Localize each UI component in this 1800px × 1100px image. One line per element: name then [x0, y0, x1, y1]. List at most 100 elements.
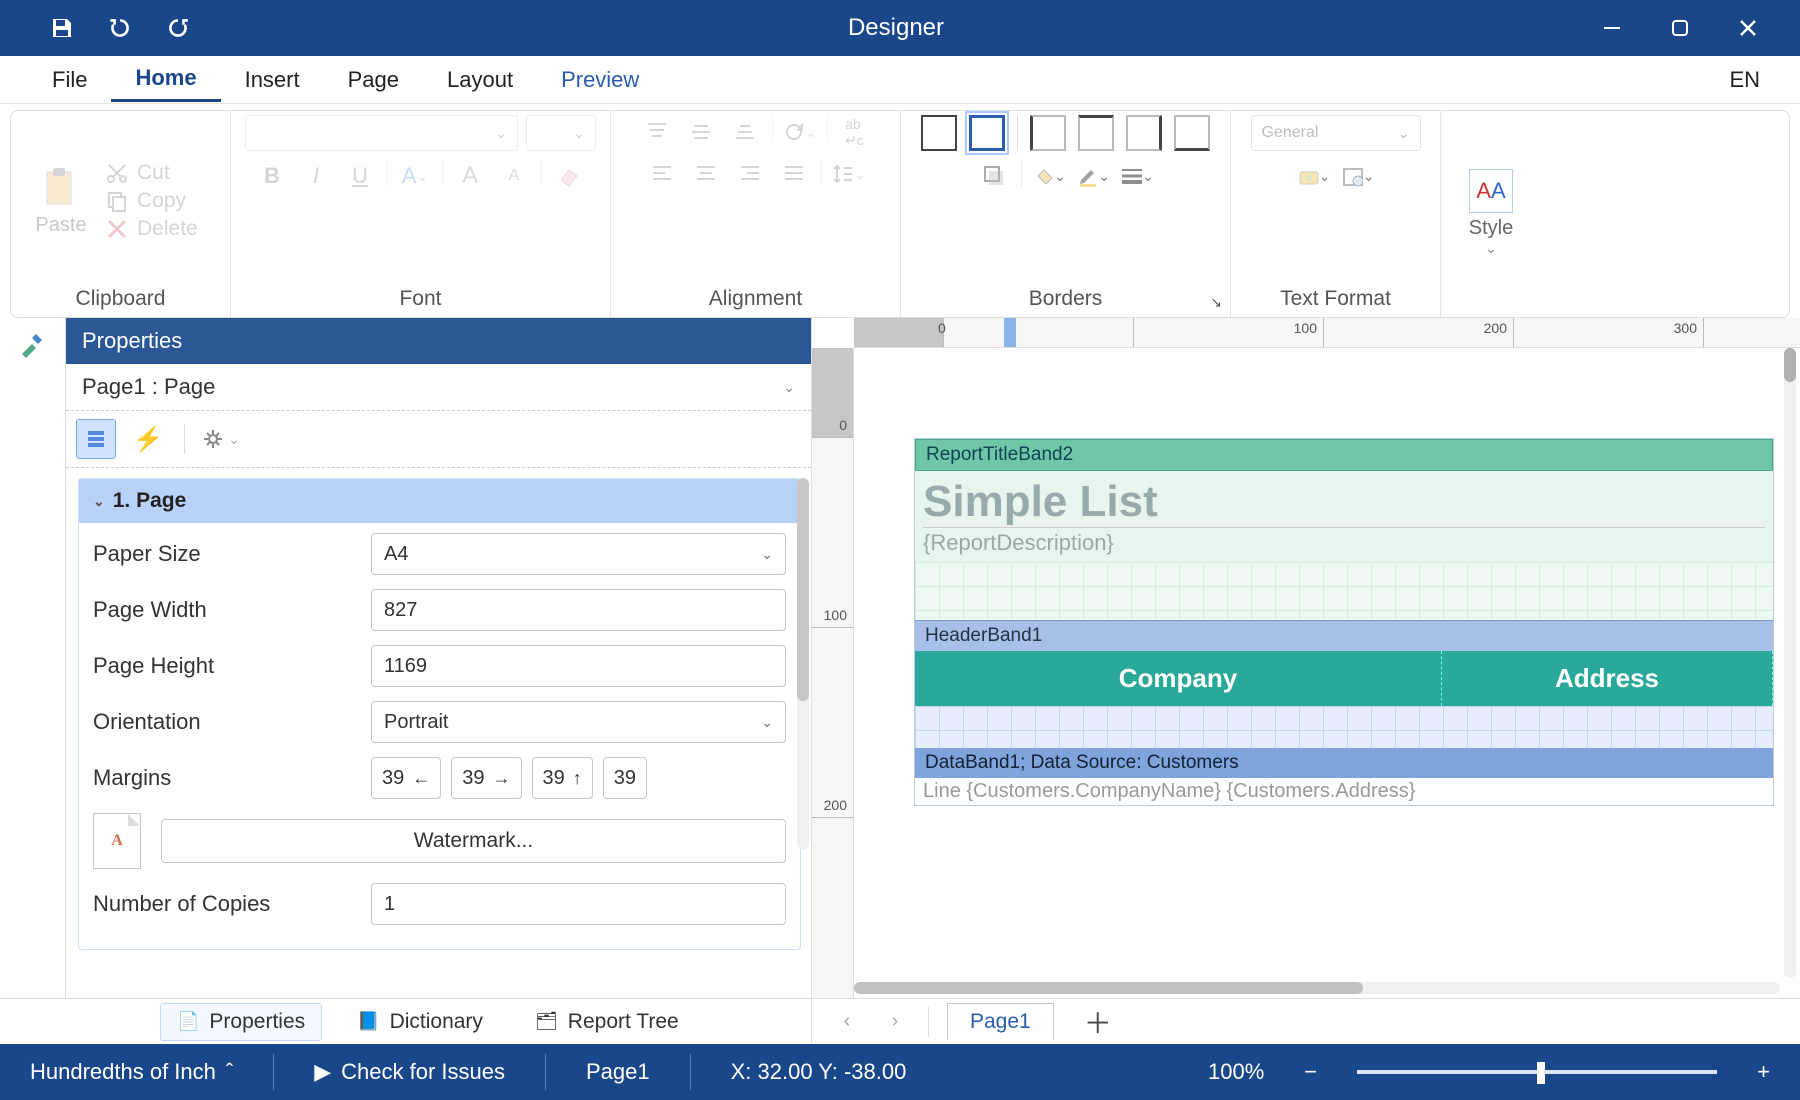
margin-right-input[interactable]: 39→ — [451, 757, 521, 799]
currency-button[interactable]: ⌄ — [1297, 159, 1331, 193]
orientation-select[interactable]: Portrait⌄ — [371, 701, 786, 743]
header-row[interactable]: Company Address — [915, 651, 1773, 706]
band-data-label[interactable]: DataBand1; Data Source: Customers — [915, 748, 1773, 778]
border-bottom-button[interactable] — [1174, 115, 1210, 151]
delete-button[interactable]: Delete — [105, 217, 198, 241]
maximize-button[interactable] — [1668, 16, 1692, 40]
page-width-input[interactable] — [371, 589, 786, 631]
cut-button[interactable]: Cut — [105, 161, 198, 185]
units-selector[interactable]: Hundredths of Inch ˆ — [30, 1059, 233, 1085]
properties-tab-icon: 📄 — [177, 1011, 199, 1032]
menu-home[interactable]: Home — [111, 57, 220, 102]
header-col-address[interactable]: Address — [1442, 651, 1773, 706]
report-page[interactable]: ReportTitleBand2 Simple List {ReportDesc… — [914, 438, 1774, 806]
text-report-description[interactable]: {ReportDescription} — [923, 527, 1765, 556]
border-style-button[interactable]: ⌄ — [1120, 159, 1154, 193]
band-header-label[interactable]: HeaderBand1 — [915, 620, 1773, 651]
align-center-button[interactable] — [689, 157, 723, 191]
header-col-company[interactable]: Company — [915, 651, 1442, 706]
zoom-out-button[interactable]: − — [1304, 1059, 1317, 1085]
add-page-button[interactable]: ＋ — [1072, 1002, 1124, 1042]
style-button[interactable]: AA Style ⌄ — [1455, 169, 1527, 257]
font-color-button[interactable]: A⌄ — [398, 159, 432, 193]
align-bottom-button[interactable] — [728, 115, 762, 149]
menu-file[interactable]: File — [28, 59, 111, 101]
props-categorized-button[interactable] — [76, 419, 116, 459]
border-left-button[interactable] — [1030, 115, 1066, 151]
toolbox-button[interactable] — [16, 330, 50, 364]
clear-format-button[interactable] — [552, 159, 586, 193]
margin-top-input[interactable]: 39↑ — [532, 757, 593, 799]
band-report-title-label[interactable]: ReportTitleBand2 — [915, 439, 1773, 471]
fill-color-button[interactable]: ⌄ — [1032, 159, 1066, 193]
watermark-button[interactable]: Watermark... — [161, 819, 786, 863]
copy-button[interactable]: Copy — [105, 189, 198, 213]
menu-preview[interactable]: Preview — [537, 59, 663, 101]
align-middle-button[interactable] — [684, 115, 718, 149]
margin-left-input[interactable]: 39← — [371, 757, 441, 799]
props-settings-button[interactable]: ⌄ — [201, 419, 241, 459]
paper-size-select[interactable]: A4⌄ — [371, 533, 786, 575]
design-surface[interactable]: ReportTitleBand2 Simple List {ReportDesc… — [854, 348, 1800, 998]
date-format-button[interactable]: ⌄ — [1341, 159, 1375, 193]
menu-page[interactable]: Page — [324, 59, 423, 101]
border-all-button[interactable] — [921, 115, 957, 151]
border-top-button[interactable] — [1078, 115, 1114, 151]
rotate-button[interactable]: ⌄ — [783, 115, 817, 149]
check-issues-button[interactable]: ▶Check for Issues — [314, 1059, 505, 1085]
horizontal-ruler[interactable]: 0 100 200 300 — [854, 318, 1800, 348]
align-left-button[interactable] — [645, 157, 679, 191]
borders-dialog-launcher[interactable]: ↘ — [1210, 294, 1222, 311]
bold-button[interactable]: B — [255, 159, 289, 193]
border-shadow-button[interactable] — [977, 159, 1011, 193]
wrap-text-button[interactable]: ab↵c — [838, 115, 872, 149]
menu-insert[interactable]: Insert — [221, 59, 324, 101]
zoom-in-button[interactable]: + — [1757, 1059, 1770, 1085]
redo-button[interactable] — [164, 14, 192, 42]
text-report-title[interactable]: Simple List — [923, 477, 1765, 527]
tab-report-tree[interactable]: 🗂Report Tree — [518, 1003, 696, 1041]
border-right-button[interactable] — [1126, 115, 1162, 151]
object-selector[interactable]: Page1 : Page ⌄ — [66, 364, 811, 411]
font-size-combo[interactable]: ⌄ — [526, 115, 596, 151]
canvas-horizontal-scrollbar[interactable] — [854, 982, 1780, 994]
align-right-button[interactable] — [733, 157, 767, 191]
menu-layout[interactable]: Layout — [423, 59, 537, 101]
grow-font-button[interactable]: A — [453, 159, 487, 193]
tab-dictionary[interactable]: 📘Dictionary — [340, 1003, 500, 1041]
number-format-combo[interactable]: General⌄ — [1251, 115, 1421, 151]
line-spacing-button[interactable]: ⌄ — [832, 157, 866, 191]
align-top-button[interactable] — [640, 115, 674, 149]
page-nav-next[interactable]: › — [880, 1010, 910, 1033]
margin-bottom-input[interactable]: 39 — [603, 757, 647, 799]
canvas-vertical-scrollbar[interactable] — [1784, 348, 1796, 978]
undo-button[interactable] — [106, 14, 134, 42]
properties-scrollbar[interactable] — [797, 478, 809, 849]
props-events-button[interactable]: ⚡ — [128, 419, 168, 459]
save-button[interactable] — [48, 14, 76, 42]
zoom-slider[interactable] — [1357, 1070, 1717, 1074]
close-button[interactable] — [1736, 16, 1760, 40]
language-selector[interactable]: EN — [1729, 67, 1772, 93]
data-row-fields[interactable]: Line {Customers.CompanyName} {Customers.… — [915, 778, 1773, 805]
shrink-font-button[interactable]: A — [497, 159, 531, 193]
minimize-button[interactable] — [1600, 16, 1624, 40]
section-header-page[interactable]: ⌄ 1. Page — [79, 479, 800, 523]
underline-button[interactable]: U — [343, 159, 377, 193]
vertical-ruler[interactable]: 0 100 200 — [812, 348, 854, 998]
border-color-button[interactable]: ⌄ — [1076, 159, 1110, 193]
font-family-combo[interactable]: ⌄ — [245, 115, 518, 151]
copy-icon — [105, 189, 129, 213]
paste-button[interactable]: Paste — [25, 166, 97, 237]
page-height-input[interactable] — [371, 645, 786, 687]
tab-properties[interactable]: 📄Properties — [160, 1003, 322, 1041]
align-justify-button[interactable] — [777, 157, 811, 191]
left-toolrail — [0, 318, 66, 998]
italic-icon: I — [313, 163, 319, 189]
page-nav-prev[interactable]: ‹ — [832, 1010, 862, 1033]
border-none-button[interactable] — [969, 115, 1005, 151]
menubar: File Home Insert Page Layout Preview EN — [0, 56, 1800, 104]
italic-button[interactable]: I — [299, 159, 333, 193]
page-tab-page1[interactable]: Page1 — [947, 1003, 1054, 1040]
copies-input[interactable] — [371, 883, 786, 925]
